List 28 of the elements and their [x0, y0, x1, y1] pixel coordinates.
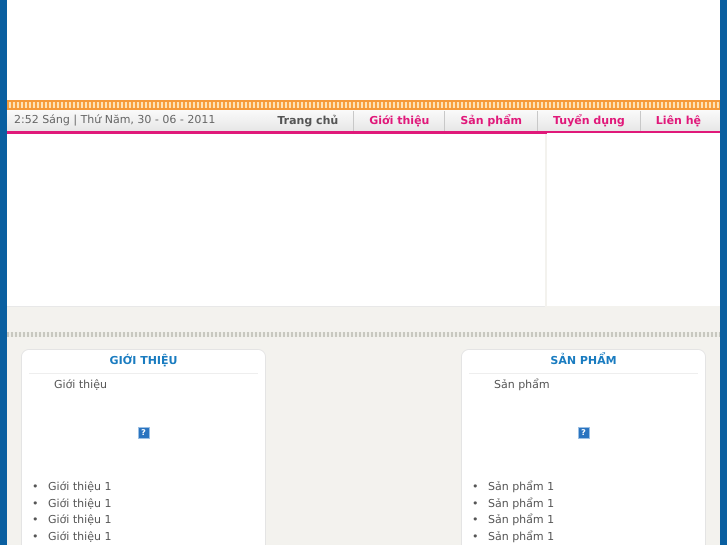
broken-image-icon: ?	[138, 427, 150, 439]
bullet-mark: •	[472, 496, 480, 512]
broken-image-icon: ?	[578, 427, 590, 439]
nav-link[interactable]: Giới thiệu	[353, 110, 444, 130]
intro-text: Sản phẩm	[494, 378, 550, 390]
list-item: Sản phẩm 1	[488, 528, 554, 545]
nav-link[interactable]: Liên hệ	[640, 110, 716, 130]
list-item: Sản phẩm 1	[488, 512, 554, 528]
bullet-mark: •	[32, 496, 40, 512]
bullet-mark: •	[472, 479, 480, 495]
nav-link[interactable]: Trang chủ	[262, 110, 354, 130]
bullet-mark: •	[472, 512, 480, 528]
list-item: Giới thiệu 1	[48, 528, 112, 545]
panel-title: GIỚI THIỆU	[29, 350, 258, 374]
list-item: Giới thiệu 1	[48, 512, 112, 528]
list-item: Sản phẩm 1	[488, 496, 554, 512]
list-item: Giới thiệu 1	[48, 496, 112, 512]
nav-link[interactable]: Tuyển dụng	[536, 110, 640, 130]
list-item: Giới thiệu 1	[48, 479, 112, 495]
bullet-mark: •	[32, 479, 40, 495]
intro-text: Giới thiệu	[54, 378, 107, 390]
list-item: Sản phẩm 1	[488, 479, 554, 495]
bullet-mark: •	[472, 528, 480, 545]
panel-title: SẢN PHẨM	[469, 350, 698, 374]
nav-link[interactable]: Sản phẩm	[444, 110, 537, 130]
bullet-mark: •	[32, 528, 40, 545]
bullet-mark: •	[32, 512, 40, 528]
date-time-text: 2:52 Sáng | Thứ Năm, 30 - 06 - 2011	[13, 112, 216, 128]
